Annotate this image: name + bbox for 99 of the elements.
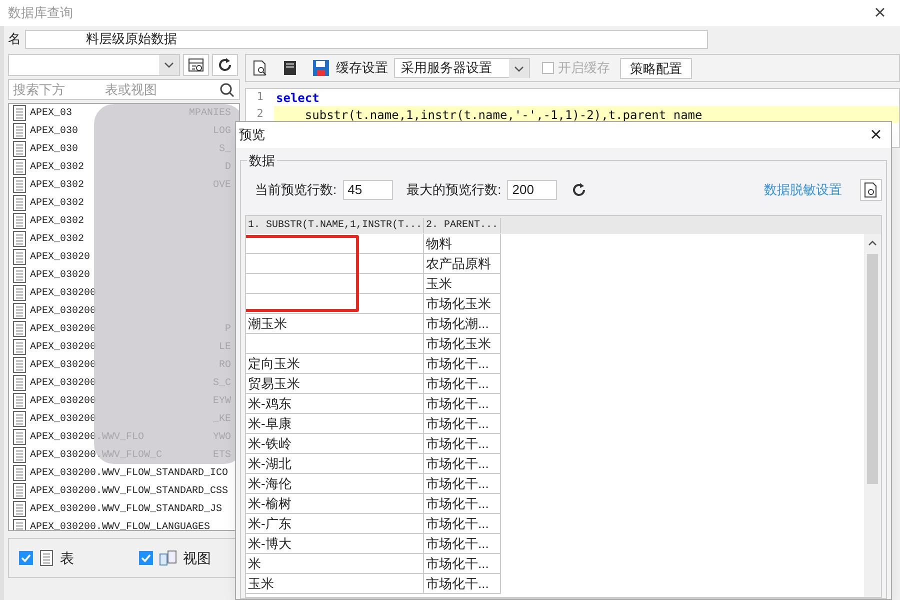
field-label: 最大的预览行数:	[406, 181, 502, 200]
sql-file-icon	[282, 60, 298, 76]
table-gear-icon	[188, 58, 204, 72]
document-icon	[12, 285, 27, 301]
table-cell: 定向玉米	[246, 354, 424, 374]
document-icon	[12, 429, 27, 445]
max-rows-field[interactable]: 200	[507, 180, 558, 200]
document-icon	[12, 321, 27, 337]
refresh-icon	[571, 182, 588, 198]
document-icon	[12, 393, 27, 409]
document-icon	[12, 159, 27, 175]
filter-button[interactable]	[183, 54, 209, 76]
table-cell: 农产品原料	[424, 254, 501, 274]
document-icon	[12, 303, 27, 319]
strategy-button[interactable]: 策略配置	[620, 58, 692, 78]
refresh-button[interactable]	[571, 182, 588, 198]
view-icon	[159, 549, 177, 567]
table-icon	[39, 550, 54, 566]
document-icon	[12, 411, 27, 427]
document-icon	[12, 123, 27, 139]
save-icon	[312, 59, 330, 77]
dialog-title: 预览	[239, 126, 265, 144]
name-field[interactable]: 料层级原始数据	[25, 30, 708, 48]
preview-icon	[252, 60, 268, 76]
table-cell: 物料	[424, 234, 501, 254]
table-cell: 玉米	[246, 574, 424, 594]
table-cell: 市场化干...	[424, 534, 501, 554]
object-list-item[interactable]: APEX_030200.WWV_FLOW_STANDARD_JS	[9, 500, 239, 518]
close-button[interactable]: ×	[864, 125, 888, 145]
document-icon	[12, 267, 27, 283]
document-icon	[12, 231, 27, 247]
table-cell: 市场化干...	[424, 454, 501, 474]
table-cell: 米-广东	[246, 514, 424, 534]
table-cell: 市场化干...	[424, 414, 501, 434]
table-cell: 市场化潮...	[424, 314, 501, 334]
chevron-up-icon	[868, 240, 877, 246]
table-cell: 市场化干...	[424, 354, 501, 374]
object-list-item[interactable]: APEX_030200.WWV_FLOW_STANDARD_CSS	[9, 482, 239, 500]
checkbox[interactable]	[139, 551, 153, 565]
checkbox[interactable]	[19, 551, 33, 565]
table-cell: 市场化干...	[424, 474, 501, 494]
window-title: 数据库查询	[8, 4, 73, 22]
document-icon	[12, 195, 27, 211]
code-line: substr(t.name,1,instr(t.name,'-',-1,1)-2),t.parent_name	[304, 106, 702, 124]
table-cell: 市场化干...	[424, 554, 501, 574]
search-icon	[219, 82, 235, 98]
preview-button[interactable]	[860, 179, 882, 201]
chevron-down-icon	[509, 58, 529, 78]
table-cell: 市场化玉米	[424, 294, 501, 314]
refresh-icon	[217, 57, 233, 73]
document-icon	[12, 249, 27, 265]
preview-icon	[864, 182, 878, 198]
table-cell: 市场化干...	[424, 374, 501, 394]
document-icon	[12, 447, 27, 463]
document-icon	[12, 465, 27, 481]
table-cell: 贸易玉米	[246, 374, 424, 394]
table-cell: 米	[246, 554, 424, 574]
document-icon	[12, 213, 27, 229]
chevron-down-icon	[159, 55, 179, 75]
document-icon	[12, 357, 27, 373]
close-button[interactable]: ×	[868, 3, 892, 23]
table-cell: 市场化干...	[424, 574, 501, 594]
field-label: 当前预览行数:	[255, 181, 337, 200]
column-header[interactable]: 1. SUBSTR(T.NAME,1,INSTR(T...	[246, 218, 424, 232]
refresh-button[interactable]	[212, 54, 238, 76]
document-icon	[12, 483, 27, 499]
filter-label: 视图	[183, 548, 211, 568]
filter-label: 表	[60, 548, 74, 568]
table-cell: 市场化玉米	[424, 334, 501, 354]
column-header[interactable]: 2. PARENT...	[424, 218, 501, 232]
table-cell: 潮玉米	[246, 314, 424, 334]
cache-label: 缓存设置	[336, 59, 388, 78]
document-icon	[12, 375, 27, 391]
table-cell: 米-博大	[246, 534, 424, 554]
document-icon	[12, 339, 27, 355]
code-line: select	[275, 90, 320, 106]
cache-select[interactable]: 采用服务器设置	[394, 58, 530, 78]
table-cell: 米-鸡东	[246, 394, 424, 414]
field-label: 名	[8, 30, 21, 48]
scrollbar-thumb[interactable]	[867, 254, 878, 484]
document-icon	[12, 501, 27, 517]
table-cell: 市场化干...	[424, 494, 501, 514]
table-cell: 米-阜康	[246, 414, 424, 434]
table-cell: 米-榆树	[246, 494, 424, 514]
table-cell: 米-铁岭	[246, 434, 424, 454]
check-icon	[141, 553, 151, 563]
object-list-item[interactable]: APEX_030200.WWV_FLOW_LANGUAGES	[9, 518, 239, 530]
table-cell: 玉米	[424, 274, 501, 294]
table-cell: 市场化干...	[424, 434, 501, 454]
scrollbar[interactable]	[864, 234, 881, 597]
object-list-item[interactable]: APEX_030200.WWV_FLOW_STANDARD_ICO	[9, 464, 239, 482]
table-cell: 市场化干...	[424, 394, 501, 414]
table-cell: 米-湖北	[246, 454, 424, 474]
check-icon	[21, 553, 31, 563]
table-cell: 市场化干...	[424, 514, 501, 534]
row-count-field[interactable]: 45	[342, 180, 393, 200]
document-icon	[12, 141, 27, 157]
document-icon	[12, 177, 27, 193]
table-cell: 米-海伦	[246, 474, 424, 494]
